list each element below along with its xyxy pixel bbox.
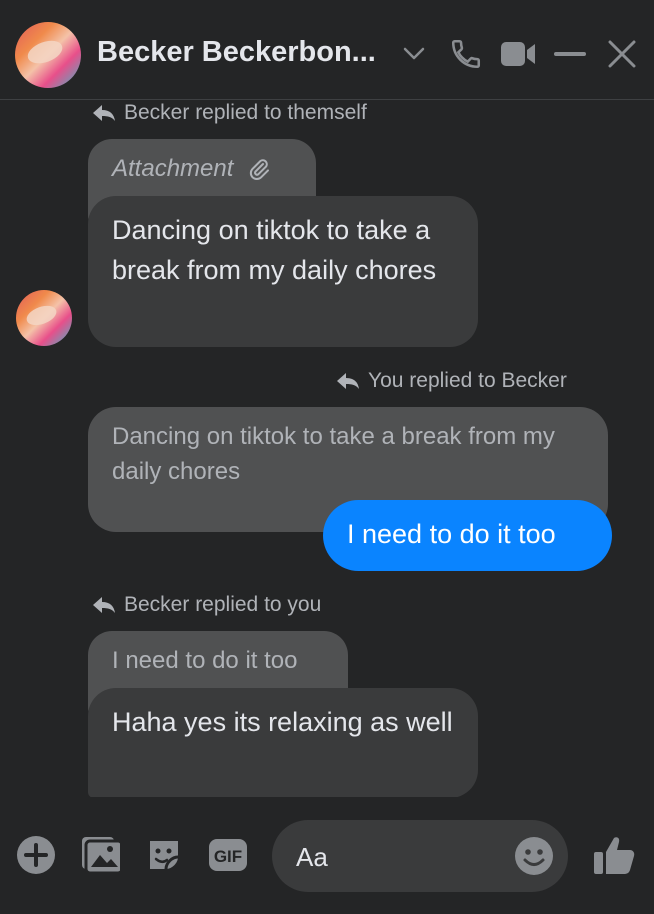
sticker-icon[interactable] bbox=[142, 835, 186, 875]
reply-note-text: You replied to Becker bbox=[368, 369, 567, 392]
message-input-placeholder: Aa bbox=[296, 842, 328, 872]
contact-name[interactable]: Becker Beckerbon... bbox=[97, 36, 376, 69]
reply-note-text: Becker replied to you bbox=[124, 593, 322, 616]
like-icon[interactable] bbox=[590, 835, 638, 875]
reply-note-text: Becker replied to themself bbox=[124, 101, 367, 124]
message-list[interactable]: Becker replied to themself Attachment Da… bbox=[0, 100, 654, 797]
video-icon[interactable] bbox=[498, 34, 538, 74]
emoji-icon[interactable] bbox=[514, 836, 554, 876]
reply-arrow-icon bbox=[337, 373, 359, 389]
gif-label: GIF bbox=[214, 847, 242, 866]
message-text: Dancing on tiktok to take a break from m… bbox=[112, 215, 437, 285]
message-text: I need to do it too bbox=[347, 519, 556, 549]
message-text: Haha yes its relaxing as well bbox=[112, 707, 453, 737]
add-icon[interactable] bbox=[14, 835, 58, 875]
reply-arrow-icon bbox=[93, 105, 115, 121]
gif-icon[interactable]: GIF bbox=[206, 835, 250, 875]
quoted-text: I need to do it too bbox=[112, 647, 298, 674]
message-bubble-sent[interactable]: I need to do it too bbox=[323, 500, 612, 571]
paperclip-icon bbox=[250, 158, 270, 180]
message-input[interactable]: Aa bbox=[272, 820, 568, 892]
chevron-down-icon[interactable] bbox=[400, 34, 428, 74]
photo-icon[interactable] bbox=[78, 835, 122, 875]
sender-avatar[interactable] bbox=[16, 290, 72, 346]
reply-indicator: You replied to Becker bbox=[336, 368, 567, 394]
message-bubble[interactable]: Dancing on tiktok to take a break from m… bbox=[88, 196, 478, 347]
message-bubble[interactable]: Haha yes its relaxing as well bbox=[88, 688, 478, 797]
quoted-text: Dancing on tiktok to take a break from m… bbox=[112, 423, 555, 485]
chat-header: Becker Beckerbon... bbox=[0, 0, 654, 100]
minimize-icon[interactable] bbox=[552, 34, 588, 74]
phone-icon[interactable] bbox=[447, 34, 485, 74]
reply-indicator: Becker replied to you bbox=[92, 592, 321, 618]
close-icon[interactable] bbox=[604, 34, 640, 74]
contact-avatar[interactable] bbox=[15, 22, 81, 88]
reply-indicator: Becker replied to themself bbox=[92, 100, 367, 126]
quoted-text: Attachment bbox=[112, 155, 234, 182]
reply-arrow-icon bbox=[93, 597, 115, 613]
